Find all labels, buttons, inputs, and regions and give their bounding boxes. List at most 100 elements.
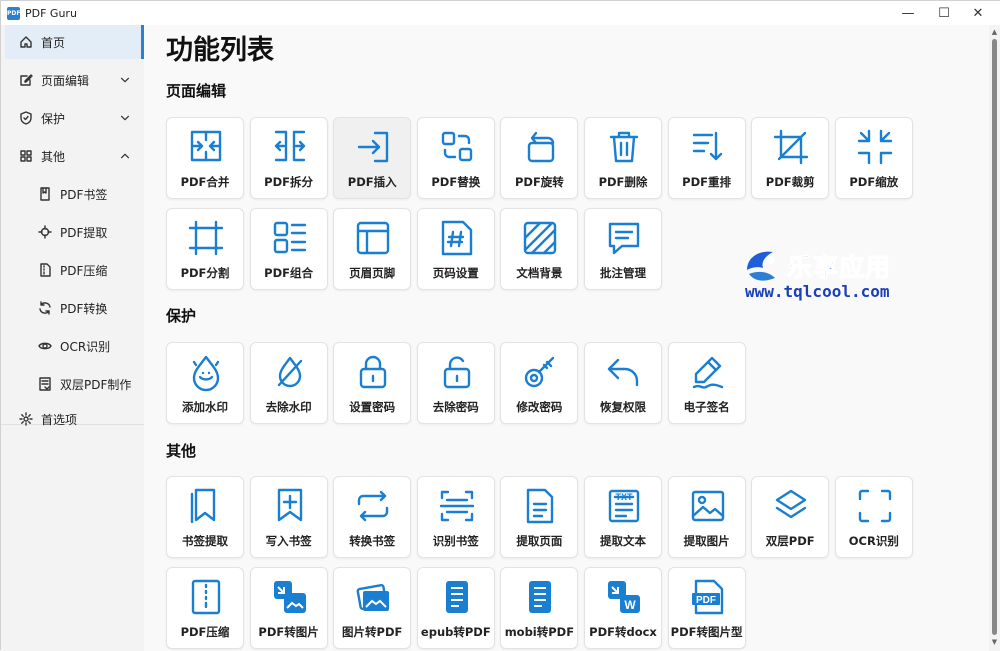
minimize-button[interactable]: — [891,1,925,25]
feature-tile[interactable]: 批注管理 [584,208,662,290]
sidebar-item[interactable]: PDF书签 [5,177,143,211]
feature-tile[interactable]: 电子签名 [667,342,746,424]
feature-tile-label: PDF组合 [264,266,314,280]
header-footer-icon [353,219,393,257]
pdf-to-image-icon [270,578,310,616]
sidebar-item[interactable]: 保护 [5,101,143,135]
scrollbar[interactable]: ▲ ▼ [989,25,1000,651]
feature-tile[interactable]: PDF插入 [333,117,412,199]
feature-tile[interactable]: W PDF转docx [584,567,662,649]
feature-tile-label: PDF插入 [347,175,397,189]
feature-tile[interactable]: 双层PDF [751,476,830,558]
chevron-up-icon[interactable] [119,150,131,162]
section-title: 其他 [166,442,197,460]
target-icon [38,225,52,239]
watermark-url: www.tqlcool.com [745,282,890,301]
feature-tile-label: PDF转docx [589,625,657,639]
feature-tile[interactable]: 写入书签 [249,476,328,558]
sidebar-item[interactable]: 双层PDF制作 [5,367,143,401]
feature-tile[interactable]: PDF合并 [166,117,244,199]
feature-tile[interactable]: 恢复权限 [584,342,662,424]
sidebar-item[interactable]: 首页 [5,25,144,59]
close-button[interactable]: ✕ [961,1,995,25]
insert-icon [353,128,393,166]
layers-icon [771,487,811,525]
feature-tile[interactable]: PDF转图片 [249,567,328,649]
sidebar-item-label: PDF转换 [60,301,108,316]
sidebar-item-label: 其他 [41,149,66,164]
feature-tile[interactable]: TXT 提取文本 [584,476,662,558]
scroll-down-icon[interactable]: ▼ [989,637,1000,648]
feature-tile-label: PDF拆分 [264,175,314,189]
feature-tile[interactable]: 去除水印 [249,342,328,424]
convert-icon [353,487,393,525]
sidebar-item-label: PDF书签 [60,187,108,202]
sidebar-item[interactable]: PDF转换 [5,291,143,325]
feature-tile-label: epub转PDF [420,625,491,639]
feature-tile[interactable]: 提取图片 [667,476,746,558]
feature-tile[interactable]: 修改密码 [500,342,579,424]
feature-tile[interactable]: PDF替换 [416,117,495,199]
chevron-down-icon[interactable] [119,112,131,124]
feature-tile-label: 提取图片 [683,534,730,548]
scroll-thumb[interactable] [992,39,997,635]
feature-tile-label: 书签提取 [182,534,228,548]
feature-tile-label: 修改密码 [516,400,563,414]
feature-tile[interactable]: PDF组合 [249,208,328,290]
feature-tile[interactable]: 页码设置 [416,208,495,290]
feature-tile[interactable]: PDF缩放 [834,117,913,199]
feature-tile[interactable]: 页眉页脚 [333,208,412,290]
sidebar-item[interactable]: 页面编辑 [5,63,143,97]
feature-tile[interactable]: 书签提取 [166,476,244,558]
feature-tile[interactable]: 添加水印 [166,342,244,424]
image-to-pdf-icon [353,578,393,616]
sidebar-item[interactable]: 其他 [5,139,143,173]
background-icon [520,219,560,257]
crop-icon [771,128,811,166]
section-title: 页面编辑 [166,82,227,100]
feature-tile[interactable]: PDF PDF转图片型 [667,567,746,649]
feature-tile[interactable]: 图片转PDF [333,567,412,649]
layer-doc-icon [38,377,52,391]
mobi-icon [520,578,560,616]
feature-tile-label: 双层PDF [765,534,815,548]
trash-icon [604,128,644,166]
feature-tile[interactable]: 去除密码 [416,342,495,424]
svg-text:PDF: PDF [696,595,716,606]
page-number-icon [437,219,477,257]
feature-tile[interactable]: PDF拆分 [249,117,328,199]
feature-tile[interactable]: mobi转PDF [500,567,579,649]
feature-tile[interactable]: PDF删除 [584,117,662,199]
feature-tile-label: PDF压缩 [180,625,230,639]
maximize-button[interactable]: ☐ [927,1,961,25]
comment-icon [604,219,644,257]
feature-tile[interactable]: 提取页面 [500,476,579,558]
zip-icon [186,578,226,616]
feature-tile[interactable]: PDF旋转 [500,117,579,199]
sidebar-item[interactable]: 首选项 [5,402,143,436]
feature-tile[interactable]: 设置密码 [333,342,412,424]
feature-tile[interactable]: PDF重排 [667,117,746,199]
feature-tile[interactable]: PDF压缩 [166,567,244,649]
title-bar[interactable]: PDF PDF Guru — ☐ ✕ [1,1,1000,25]
feature-tile-label: PDF重排 [682,175,732,189]
scroll-up-icon[interactable]: ▲ [989,27,1000,38]
main-content: 功能列表 页面编辑 PDF合并 PDF拆分 PDF插入 PDF替换 PDF旋转 PDF删除 P… [144,25,989,651]
lock-icon [353,353,393,391]
key-icon [520,353,560,391]
epub-icon [437,578,477,616]
feature-tile[interactable]: 文档背景 [500,208,579,290]
svg-text:TXT: TXT [616,492,634,502]
feature-tile[interactable]: 转换书签 [333,476,412,558]
app-logo: PDF [7,6,20,20]
sidebar-item[interactable]: PDF提取 [5,215,143,249]
feature-tile[interactable]: OCR识别 [834,476,913,558]
edit-icon [19,73,33,87]
feature-tile[interactable]: PDF裁剪 [751,117,830,199]
chevron-down-icon[interactable] [119,74,131,86]
feature-tile[interactable]: 识别书签 [416,476,495,558]
feature-tile[interactable]: epub转PDF [416,567,495,649]
sidebar-item[interactable]: PDF压缩 [5,253,143,287]
feature-tile[interactable]: PDF分割 [166,208,244,290]
sidebar-item[interactable]: OCR识别 [5,329,143,363]
